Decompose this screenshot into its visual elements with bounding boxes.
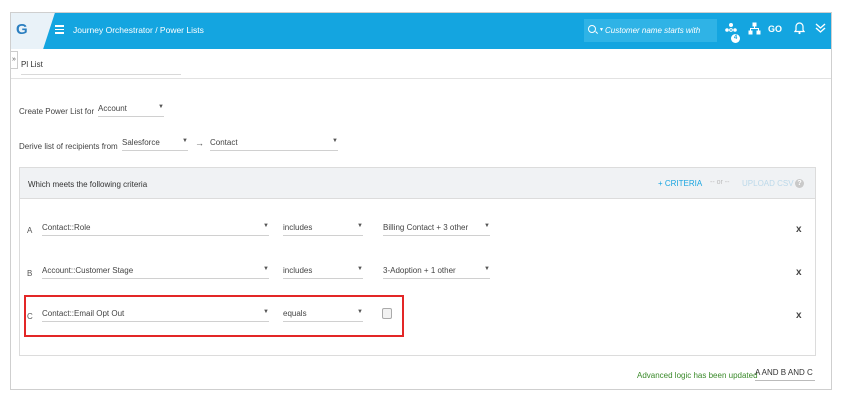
chevron-down-icon[interactable] xyxy=(815,22,826,37)
criteria-value-checkbox-c[interactable] xyxy=(382,308,392,319)
create-for-select[interactable]: Account ▼ xyxy=(98,103,164,117)
remove-criteria-b-button[interactable]: x xyxy=(796,267,802,278)
chevron-down-icon: ▼ xyxy=(484,223,490,229)
app-frame: G Journey Orchestrator / Power Lists ▼ 4… xyxy=(10,12,832,390)
derive-source-select[interactable]: Salesforce ▼ xyxy=(122,137,188,151)
advanced-logic-input[interactable] xyxy=(755,365,815,381)
criteria-value-a: Billing Contact + 3 other xyxy=(383,223,469,232)
derive-source-value: Salesforce xyxy=(122,138,160,147)
help-icon[interactable]: ? xyxy=(795,179,804,188)
global-search[interactable]: ▼ xyxy=(584,19,717,42)
criteria-field-a: Contact::Role xyxy=(42,223,91,232)
criteria-operator-select-a[interactable]: includes ▼ xyxy=(283,222,363,236)
derive-target-value: Contact xyxy=(210,138,238,147)
tab-underline xyxy=(21,74,181,75)
criteria-field-select-c[interactable]: Contact::Email Opt Out ▼ xyxy=(42,308,269,322)
remove-criteria-c-button[interactable]: x xyxy=(796,310,802,321)
criteria-operator-b: includes xyxy=(283,266,313,275)
criteria-operator-c: equals xyxy=(283,309,307,318)
remove-criteria-a-button[interactable]: x xyxy=(796,224,802,235)
notification-badge: 4 xyxy=(731,34,740,43)
criteria-operator-select-c[interactable]: equals ▼ xyxy=(283,308,363,322)
criteria-letter-b: B xyxy=(27,269,33,278)
criteria-title: Which meets the following criteria xyxy=(28,180,148,189)
upload-csv-button[interactable]: UPLOAD CSV xyxy=(742,179,794,188)
chevron-down-icon: ▼ xyxy=(357,266,363,272)
criteria-field-b: Account::Customer Stage xyxy=(42,266,134,275)
hierarchy-icon[interactable] xyxy=(748,22,761,38)
chevron-down-icon: ▼ xyxy=(332,138,338,144)
criteria-field-select-b[interactable]: Account::Customer Stage ▼ xyxy=(42,265,269,279)
criteria-value-select-b[interactable]: 3-Adoption + 1 other ▼ xyxy=(383,265,490,279)
chevron-down-icon: ▼ xyxy=(357,223,363,229)
bell-icon[interactable] xyxy=(793,22,806,38)
add-criteria-button[interactable]: + CRITERIA xyxy=(658,179,702,188)
criteria-value-b: 3-Adoption + 1 other xyxy=(383,266,456,275)
logo[interactable]: G xyxy=(11,13,43,49)
chevron-down-icon: ▼ xyxy=(263,223,269,229)
chevron-down-icon: ▼ xyxy=(182,138,188,144)
search-input[interactable] xyxy=(605,22,713,39)
tab-pl-list[interactable]: Pl List xyxy=(21,60,43,69)
expand-panel-button[interactable]: » xyxy=(11,51,18,69)
logo-letter: G xyxy=(16,21,28,38)
chevron-down-icon: ▼ xyxy=(158,104,164,110)
search-icon[interactable] xyxy=(588,25,596,33)
advanced-logic-message: Advanced logic has been updated xyxy=(637,371,758,380)
top-bar: G Journey Orchestrator / Power Lists ▼ 4… xyxy=(11,13,831,49)
criteria-field-select-a[interactable]: Contact::Role ▼ xyxy=(42,222,269,236)
criteria-operator-a: includes xyxy=(283,223,313,232)
criteria-letter-c: C xyxy=(27,312,33,321)
page-title: Journey Orchestrator / Power Lists xyxy=(73,25,204,35)
tab-row: » Pl List xyxy=(11,49,831,79)
criteria-value-select-a[interactable]: Billing Contact + 3 other ▼ xyxy=(383,222,490,236)
derive-label: Derive list of recipients from xyxy=(19,142,118,151)
criteria-operator-select-b[interactable]: includes ▼ xyxy=(283,265,363,279)
criteria-field-c: Contact::Email Opt Out xyxy=(42,309,125,318)
criteria-header: Which meets the following criteria + CRI… xyxy=(20,168,815,199)
menu-icon[interactable] xyxy=(55,25,64,34)
go-button[interactable]: GO xyxy=(768,24,782,34)
criteria-letter-a: A xyxy=(27,226,33,235)
chevron-down-icon: ▼ xyxy=(263,309,269,315)
chevron-down-icon: ▼ xyxy=(263,266,269,272)
or-separator: -- or -- xyxy=(710,179,730,186)
search-caret-icon[interactable]: ▼ xyxy=(599,27,604,33)
derive-target-select[interactable]: Contact ▼ xyxy=(210,137,338,151)
create-label: Create Power List for xyxy=(19,107,95,116)
arrow-right-icon: → xyxy=(195,138,204,148)
chevron-down-icon: ▼ xyxy=(484,266,490,272)
chevron-down-icon: ▼ xyxy=(357,309,363,315)
create-for-value: Account xyxy=(98,104,127,113)
